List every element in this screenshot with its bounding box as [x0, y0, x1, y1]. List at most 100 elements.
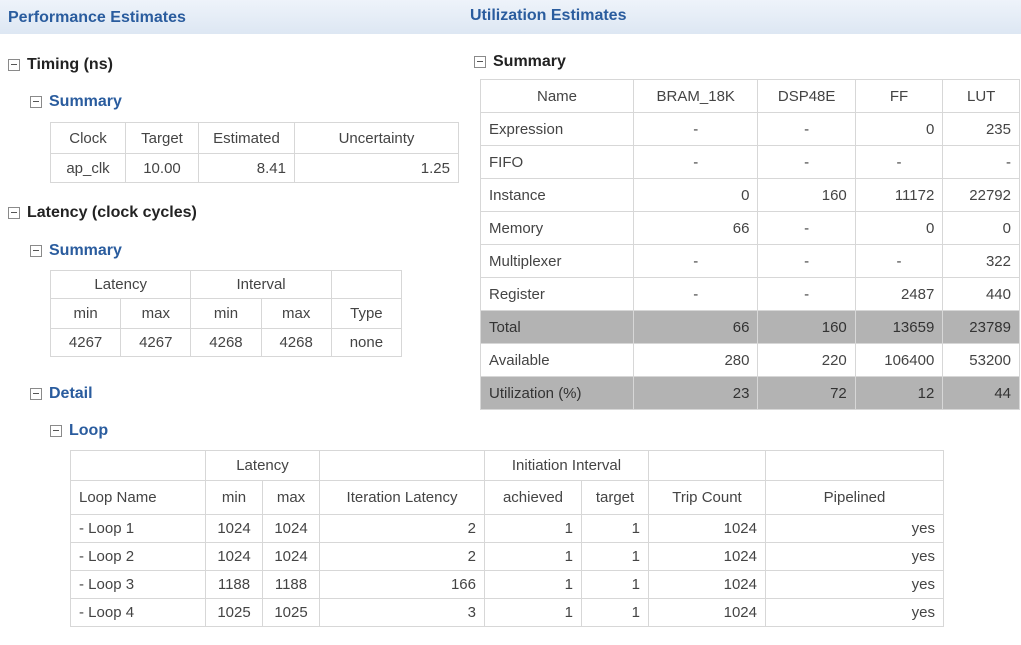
latency-cell: 4268	[260, 328, 332, 357]
loop-cell: 1	[484, 570, 582, 599]
latency-summary-title: Summary	[49, 242, 122, 259]
collapse-icon	[8, 59, 20, 71]
loop-name-cell: - Loop 1	[70, 514, 206, 543]
loop-cell: 1024	[648, 514, 766, 543]
collapse-icon	[8, 207, 20, 219]
latency-group-header: Latency	[49, 270, 192, 299]
timing-section-toggle[interactable]: Timing (ns)	[8, 56, 113, 74]
loop-cell: 1	[581, 570, 649, 599]
utilization-summary-table: Name BRAM_18K DSP48E FF LUT Expression -…	[480, 79, 1020, 410]
timing-section-title: Timing (ns)	[27, 56, 113, 73]
utilization-cell: 66	[632, 310, 759, 344]
empty-header-cell	[330, 270, 403, 299]
utilization-cell: 53200	[942, 343, 1020, 377]
timing-cell: ap_clk	[50, 153, 126, 183]
latency-cell: 4267	[49, 328, 122, 357]
collapse-icon	[474, 56, 486, 68]
timing-cell: 8.41	[198, 153, 295, 183]
loop-cell: 1	[581, 598, 649, 627]
timing-column-header: Uncertainty	[294, 122, 459, 154]
utilization-summary-title: Summary	[493, 53, 566, 70]
utilization-column-header: LUT	[942, 79, 1020, 113]
utilization-cell: 12	[854, 376, 944, 410]
empty-header-cell	[648, 450, 766, 481]
latency-section-toggle[interactable]: Latency (clock cycles)	[8, 204, 197, 222]
utilization-row-name: Instance	[480, 178, 634, 212]
loop-cell: 1025	[205, 598, 263, 627]
loop-column-header: Pipelined	[765, 480, 944, 515]
utilization-cell: 0	[854, 211, 944, 245]
loop-name-cell: - Loop 2	[70, 542, 206, 571]
loop-cell: yes	[765, 514, 944, 543]
loop-table-row: - Loop 2 1024 1024 2 1 1 1024 yes	[70, 542, 944, 571]
utilization-row-percent: Utilization (%) 23 72 12 44	[480, 376, 1020, 410]
utilization-cell: -	[757, 277, 856, 311]
utilization-cell: -	[757, 244, 856, 278]
utilization-cell: 13659	[854, 310, 944, 344]
utilization-cell: -	[632, 112, 759, 146]
loop-section-toggle[interactable]: Loop	[50, 422, 108, 440]
timing-summary-title: Summary	[49, 93, 122, 110]
utilization-column-header: FF	[854, 79, 944, 113]
latency-column-header: min	[190, 298, 262, 329]
loop-column-header: Loop Name	[70, 480, 206, 515]
utilization-cell: 2487	[854, 277, 944, 311]
utilization-cell: 0	[632, 178, 759, 212]
utilization-row-available: Available 280 220 106400 53200	[480, 343, 1020, 377]
loop-table-row: - Loop 1 1024 1024 2 1 1 1024 yes	[70, 514, 944, 543]
utilization-row-name: Utilization (%)	[480, 376, 634, 410]
initiation-interval-group-header: Initiation Interval	[484, 450, 649, 481]
loop-section-title: Loop	[69, 422, 109, 439]
utilization-row-memory: Memory 66 - 0 0	[480, 211, 1020, 245]
utilization-row-register: Register - - 2487 440	[480, 277, 1020, 311]
utilization-row-name: Multiplexer	[480, 244, 634, 278]
loop-name-cell: - Loop 4	[70, 598, 206, 627]
loop-column-header: min	[205, 480, 263, 515]
utilization-cell: -	[632, 244, 759, 278]
latency-column-header: max	[260, 298, 332, 329]
utilization-summary-toggle[interactable]: Summary	[474, 53, 566, 71]
latency-column-header: max	[120, 298, 192, 329]
loop-cell: 1	[581, 514, 649, 543]
utilization-cell: 322	[942, 244, 1020, 278]
latency-summary-table: Latency Interval min max min max Type 42…	[49, 270, 403, 357]
utilization-cell: -	[632, 277, 759, 311]
loop-cell: yes	[765, 598, 944, 627]
detail-section-toggle[interactable]: Detail	[30, 385, 93, 403]
utilization-row-name: Expression	[480, 112, 634, 146]
loop-cell: 2	[319, 514, 485, 543]
utilization-cell: 106400	[854, 343, 944, 377]
utilization-cell: 0	[854, 112, 944, 146]
detail-section-title: Detail	[49, 385, 93, 402]
utilization-cell: 160	[757, 178, 856, 212]
utilization-cell: -	[942, 145, 1020, 179]
utilization-cell: 66	[632, 211, 759, 245]
utilization-cell: 44	[942, 376, 1020, 410]
utilization-column-header: BRAM_18K	[632, 79, 759, 113]
loop-cell: 1024	[648, 542, 766, 571]
loop-column-header: Iteration Latency	[319, 480, 485, 515]
loop-cell: yes	[765, 570, 944, 599]
utilization-cell: 23	[632, 376, 759, 410]
latency-summary-toggle[interactable]: Summary	[30, 242, 122, 260]
latency-cell: none	[330, 328, 403, 357]
empty-header-cell	[765, 450, 944, 481]
collapse-icon	[30, 245, 42, 257]
utilization-cell: 11172	[854, 178, 944, 212]
timing-summary-toggle[interactable]: Summary	[30, 93, 122, 111]
loop-table-row: - Loop 3 1188 1188 166 1 1 1024 yes	[70, 570, 944, 599]
utilization-row-name: Total	[480, 310, 634, 344]
latency-cell: 4267	[120, 328, 192, 357]
loop-cell: 1024	[262, 514, 320, 543]
loop-column-header: Trip Count	[648, 480, 766, 515]
utilization-row-total: Total 66 160 13659 23789	[480, 310, 1020, 344]
empty-header-cell	[319, 450, 485, 481]
loop-cell: 1024	[648, 598, 766, 627]
loop-cell: 1188	[205, 570, 263, 599]
loop-cell: 1	[484, 598, 582, 627]
utilization-row-name: Memory	[480, 211, 634, 245]
utilization-cell: 235	[942, 112, 1020, 146]
loop-column-header: target	[581, 480, 649, 515]
utilization-column-header: Name	[480, 79, 634, 113]
loop-column-header: max	[262, 480, 320, 515]
